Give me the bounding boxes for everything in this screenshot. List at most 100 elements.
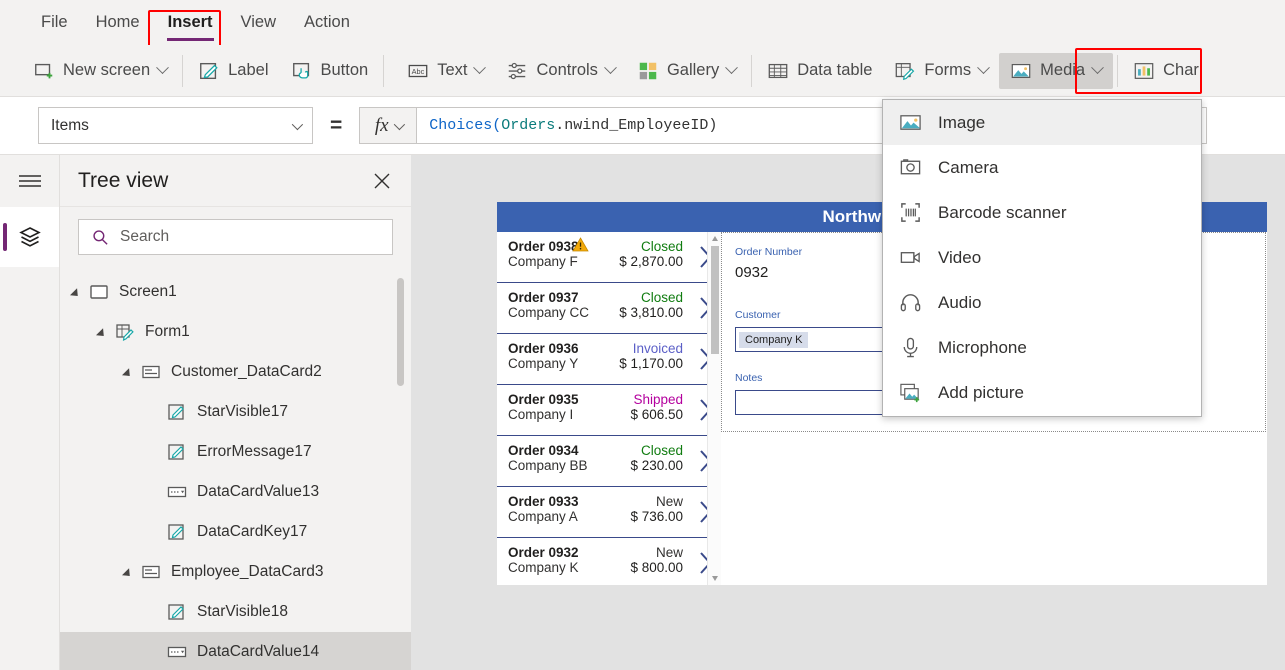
orders-gallery[interactable]: Order 0938 Closed Company F $ 2,870.00 O… xyxy=(497,232,721,585)
gallery-row[interactable]: Order 0935 Shipped Company I $ 606.50 xyxy=(497,385,721,436)
scroll-down-arrow-icon[interactable] xyxy=(712,576,718,581)
close-icon[interactable] xyxy=(371,170,393,192)
ribbon-data-table-button[interactable]: Data table xyxy=(756,53,883,89)
active-tab-underline xyxy=(166,38,214,41)
rail-selection-indicator xyxy=(3,223,7,251)
left-icon-rail xyxy=(0,155,59,670)
twisty-expanded-icon[interactable] xyxy=(124,566,136,578)
new-screen-icon xyxy=(35,63,53,78)
ribbon-button-button[interactable]: Button xyxy=(280,53,380,89)
tree-node-datacardkey17[interactable]: DataCardKey17 xyxy=(60,512,411,552)
tree-scrollbar[interactable] xyxy=(397,278,404,658)
order-company: Company BB xyxy=(508,458,588,473)
dropdown-item-audio[interactable]: Audio xyxy=(883,280,1201,325)
fx-label: fx xyxy=(374,114,389,136)
tree-node-customer-datacard2[interactable]: Customer_DataCard2 xyxy=(60,352,411,392)
ribbon-label-button[interactable]: Label xyxy=(187,53,279,89)
tree-node-label: Customer_DataCard2 xyxy=(171,363,322,380)
ribbon-media-button[interactable]: Media xyxy=(999,52,1114,89)
dropdown-item-camera[interactable]: Camera xyxy=(883,145,1201,190)
twisty-expanded-icon[interactable] xyxy=(72,286,84,298)
tree-scrollbar-thumb[interactable] xyxy=(397,278,404,386)
menu-item-insert[interactable]: Insert xyxy=(157,7,224,41)
tree-node-starvisible17[interactable]: StarVisible17 xyxy=(60,392,411,432)
gallery-scrollbar-thumb[interactable] xyxy=(711,246,719,354)
order-amount: $ 2,870.00 xyxy=(619,254,683,269)
scroll-up-arrow-icon[interactable] xyxy=(712,236,718,241)
dropdown-item-barcode-scanner[interactable]: Barcode scanner xyxy=(883,190,1201,235)
order-status: Invoiced xyxy=(632,341,683,356)
gallery-row[interactable]: Order 0937 Closed Company CC $ 3,810.00 xyxy=(497,283,721,334)
screen-icon xyxy=(90,285,108,299)
button-icon xyxy=(292,62,309,79)
rail-item-tree-view[interactable] xyxy=(0,207,59,267)
dropdown-item-image[interactable]: Image xyxy=(883,100,1201,145)
tree-view-panel: Tree view Search Screen1 Form1 Customer_… xyxy=(59,155,411,670)
ribbon-label: Data table xyxy=(797,61,873,79)
search-input[interactable]: Search xyxy=(78,219,393,255)
tree-node-employee-datacard3[interactable]: Employee_DataCard3 xyxy=(60,552,411,592)
menu-item-home[interactable]: Home xyxy=(85,7,151,38)
tree-node-form1[interactable]: Form1 xyxy=(60,312,411,352)
dropdown-item-label: Microphone xyxy=(938,337,1027,357)
menu-item-view[interactable]: View xyxy=(230,7,287,38)
chevron-down-icon xyxy=(604,61,617,75)
media-icon xyxy=(1011,63,1031,78)
menu-label: View xyxy=(240,13,277,31)
ribbon-divider xyxy=(1117,54,1119,87)
tree-search-wrapper: Search xyxy=(60,207,411,269)
order-status: Closed xyxy=(640,290,683,305)
hamburger-menu-button[interactable] xyxy=(0,155,59,207)
dropdown-item-microphone[interactable]: Microphone xyxy=(883,325,1201,370)
dropdown-item-add-picture[interactable]: Add picture xyxy=(883,370,1201,415)
order-number-field: Order Number 0932 xyxy=(735,246,875,281)
ribbon-text-button[interactable]: Abc Text xyxy=(396,53,495,89)
ribbon-controls-button[interactable]: Controls xyxy=(495,53,625,89)
tree-node-label: DataCardValue13 xyxy=(197,483,320,500)
order-amount: $ 3,810.00 xyxy=(619,305,683,320)
main-menu-bar: File Home Insert View Action xyxy=(0,0,1285,45)
order-number: Order 0937 xyxy=(508,290,579,305)
dropdown-item-label: Video xyxy=(938,247,982,267)
tree-node-datacardvalue13[interactable]: DataCardValue13 xyxy=(60,472,411,512)
order-status: Shipped xyxy=(633,392,683,407)
gallery-row[interactable]: Order 0934 Closed Company BB $ 230.00 xyxy=(497,436,721,487)
menu-item-file[interactable]: File xyxy=(30,7,79,38)
form-icon xyxy=(116,324,134,342)
tree-node-label: StarVisible17 xyxy=(197,403,289,420)
order-company: Company Y xyxy=(508,356,579,371)
fx-button[interactable]: fx xyxy=(359,107,417,144)
gallery-row[interactable]: Order 0938 Closed Company F $ 2,870.00 xyxy=(497,232,721,283)
text-icon: Abc xyxy=(408,64,428,77)
search-placeholder: Search xyxy=(120,228,170,245)
gallery-row[interactable]: Order 0932 New Company K $ 800.00 xyxy=(497,538,721,585)
gallery-scrollbar[interactable] xyxy=(707,232,721,585)
gallery-row[interactable]: Order 0936 Invoiced Company Y $ 1,170.00 xyxy=(497,334,721,385)
tree-node-starvisible18[interactable]: StarVisible18 xyxy=(60,592,411,632)
tree-node-label: Screen1 xyxy=(119,283,177,300)
insert-ribbon: New screen Label Button Abc Text Control… xyxy=(0,45,1285,97)
ribbon-charts-button[interactable]: Char xyxy=(1122,53,1210,89)
datacard-icon xyxy=(142,565,160,579)
tree-node-label: DataCardValue14 xyxy=(197,643,320,660)
tree-view-header: Tree view xyxy=(60,155,411,207)
twisty-expanded-icon[interactable] xyxy=(98,326,110,338)
order-company: Company I xyxy=(508,407,574,422)
warning-icon xyxy=(572,237,589,252)
menu-item-action[interactable]: Action xyxy=(293,7,361,38)
tree-node-label: StarVisible18 xyxy=(197,603,289,620)
ribbon-new-screen-button[interactable]: New screen xyxy=(22,53,178,89)
tree-node-errormessage17[interactable]: ErrorMessage17 xyxy=(60,432,411,472)
dropdown-item-video[interactable]: Video xyxy=(883,235,1201,280)
layers-icon xyxy=(18,227,41,247)
ribbon-forms-button[interactable]: Forms xyxy=(883,53,999,89)
tree-node-datacardvalue14[interactable]: DataCardValue14 xyxy=(60,632,411,670)
property-dropdown[interactable]: Items xyxy=(38,107,313,144)
notes-value xyxy=(739,401,751,405)
dropdown-item-label: Add picture xyxy=(938,382,1024,402)
ribbon-label: Char xyxy=(1163,61,1199,79)
ribbon-gallery-button[interactable]: Gallery xyxy=(626,53,747,89)
tree-node-screen1[interactable]: Screen1 xyxy=(60,272,411,312)
gallery-row[interactable]: Order 0933 New Company A $ 736.00 xyxy=(497,487,721,538)
twisty-expanded-icon[interactable] xyxy=(124,366,136,378)
